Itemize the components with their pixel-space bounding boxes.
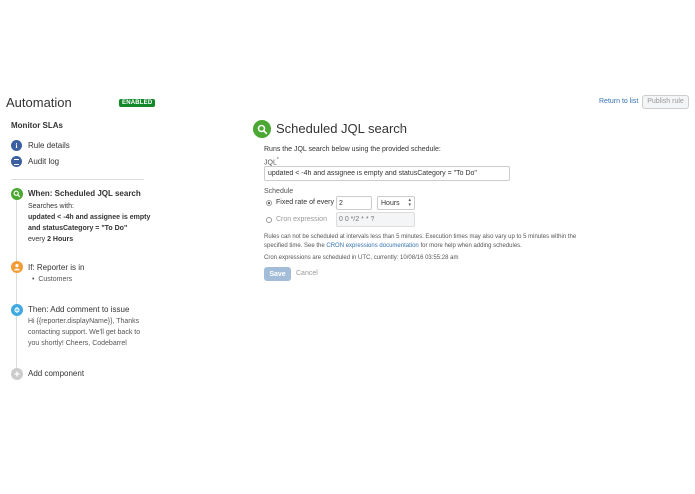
if-item-label: Customers: [38, 276, 73, 283]
search-icon: [253, 120, 271, 138]
add-component-link[interactable]: Add component: [28, 369, 84, 378]
then-step-title[interactable]: Then: Add comment to issue: [28, 305, 129, 314]
then-line1: Hi {{reporter.displayName}}, Thanks: [28, 318, 140, 325]
rate-unit-value: Hours: [381, 199, 400, 207]
required-mark: *: [276, 157, 279, 163]
cancel-link[interactable]: Cancel: [296, 270, 318, 277]
comment-icon: [11, 304, 23, 316]
app-title: Automation: [6, 95, 72, 110]
audit-log-link[interactable]: Audit log: [11, 156, 59, 167]
list-icon: [11, 156, 22, 167]
save-button[interactable]: Save: [264, 267, 291, 281]
every-prefix: every: [28, 236, 46, 243]
cron-docs-link[interactable]: CRON expressions documentation: [326, 243, 418, 249]
user-icon: [11, 261, 23, 273]
fixed-rate-value-input[interactable]: [336, 196, 372, 210]
rule-details-label: Rule details: [28, 141, 70, 150]
component-description: Runs the JQL search below using the prov…: [264, 146, 441, 153]
when-query-line2: and statusCategory = "To Do": [28, 225, 128, 232]
fixed-rate-label: Fixed rate of every: [276, 199, 334, 206]
rule-details-link[interactable]: Rule details: [11, 140, 70, 151]
note-line1: Rules can not be scheduled at intervals …: [264, 234, 577, 240]
info-icon: [11, 140, 22, 151]
when-frequency: every 2 Hours: [28, 234, 150, 245]
plus-icon[interactable]: [11, 368, 23, 380]
note-line2-suffix: for more help when adding schedules.: [420, 243, 522, 249]
audit-log-label: Audit log: [28, 157, 60, 166]
utc-note: Cron expressions are scheduled in UTC, c…: [264, 255, 459, 261]
searches-with-label: Searches with:: [28, 203, 74, 210]
when-step-details: Searches with: updated < -4h and assigne…: [28, 201, 150, 245]
when-step-title[interactable]: When: Scheduled JQL search: [28, 189, 141, 198]
schedule-label: Schedule: [264, 188, 294, 195]
return-to-list-link[interactable]: Return to list: [599, 98, 638, 105]
select-arrows-icon: ▴ ▾: [408, 197, 411, 208]
rate-unit-select[interactable]: Hours ▴ ▾: [377, 196, 415, 210]
then-line3: you shortly! Cheers, Codebarrel: [28, 340, 127, 347]
note-line2-prefix: specified time. See the: [264, 243, 325, 249]
timeline-line: [16, 200, 17, 370]
rule-name: Monitor SLAs: [11, 121, 63, 130]
page-title: Scheduled JQL search: [276, 121, 408, 136]
cron-expression-input[interactable]: [336, 212, 415, 227]
jql-label: JQL*: [264, 157, 279, 166]
then-step-details: Hi {{reporter.displayName}}, Thanks cont…: [28, 316, 140, 349]
when-query-line1: updated < -4h and assignee is empty: [28, 214, 151, 221]
every-value: 2 Hours: [47, 236, 74, 243]
search-icon: [11, 188, 23, 200]
if-step-title[interactable]: If: Reporter is in: [28, 263, 84, 272]
if-step-item: • Customers: [32, 276, 73, 283]
fixed-rate-radio[interactable]: [266, 200, 272, 206]
edit-pencil-icon[interactable]: ✎: [398, 125, 405, 134]
then-line2: contacting support. We'll get back to: [28, 329, 141, 336]
sidebar-divider: [11, 179, 144, 180]
publish-rule-button[interactable]: Publish rule: [642, 95, 689, 109]
note-line2: specified time. See the CRON expressions…: [264, 242, 584, 251]
cron-expression-label: Cron expression: [276, 216, 327, 223]
schedule-note: Rules can not be scheduled at intervals …: [264, 233, 584, 251]
jql-input[interactable]: [264, 166, 510, 181]
cron-expression-radio[interactable]: [266, 217, 272, 223]
status-badge: ENABLED: [119, 99, 156, 107]
